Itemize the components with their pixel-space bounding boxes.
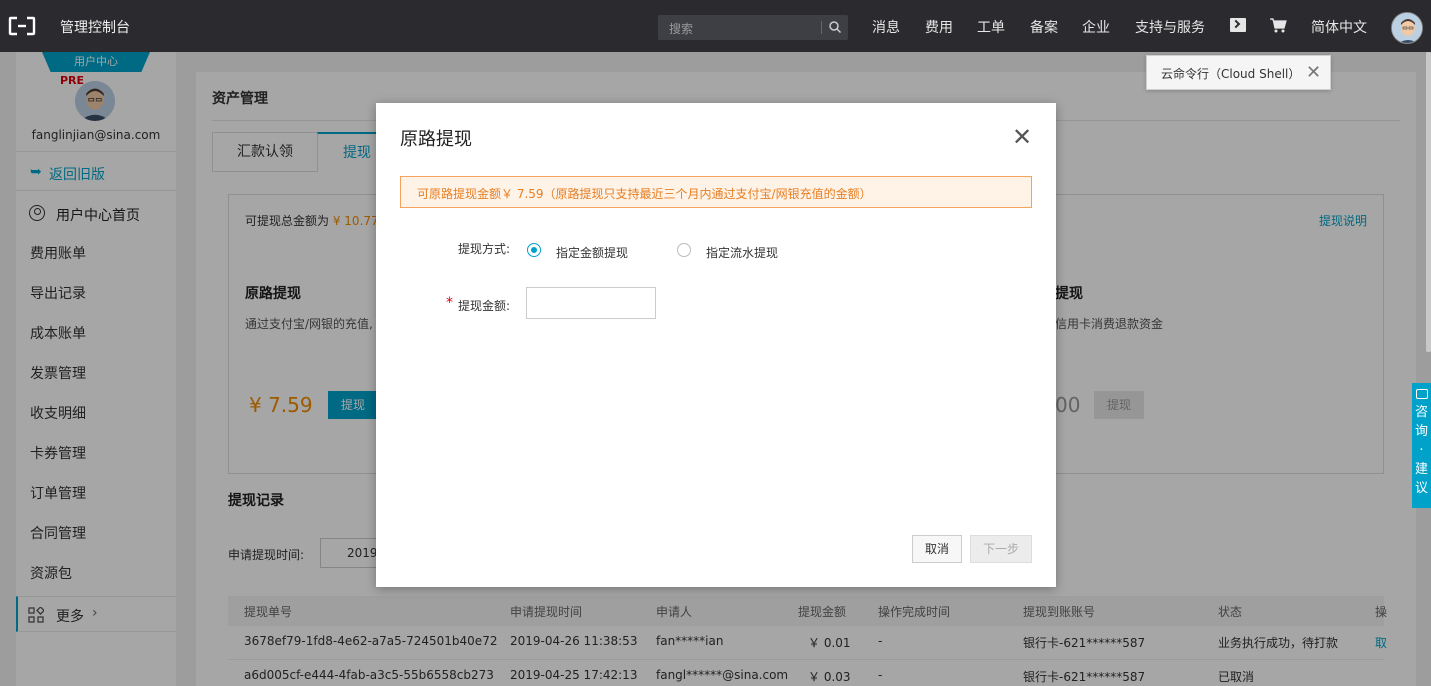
console-title[interactable]: 管理控制台 — [60, 17, 130, 37]
dialog-title: 原路提现 — [400, 129, 472, 150]
close-icon[interactable]: ✕ — [1012, 123, 1032, 151]
radio-amount-withdraw[interactable] — [527, 243, 541, 257]
search-divider — [821, 21, 822, 34]
tooltip-close-icon[interactable]: ✕ — [1306, 62, 1321, 83]
search-icon[interactable] — [828, 20, 842, 34]
top-navbar: 管理控制台 搜索 消息 费用 工单 备案 企业 支持与服务 简体中文 — [0, 0, 1431, 52]
consult-text: 咨询 · 建议 — [1414, 405, 1428, 496]
nav-messages[interactable]: 消息 — [872, 17, 900, 37]
nav-billing[interactable]: 费用 — [925, 17, 953, 37]
aliyun-logo-icon[interactable] — [8, 14, 36, 38]
amount-label: 提现金额: — [458, 299, 511, 313]
search-placeholder[interactable]: 搜索 — [669, 20, 693, 37]
alert-text: 可原路提现金额￥ 7.59（原路提现只支持最近三个月内通过支付宝/网银充值的金额… — [417, 187, 872, 201]
method-label: 提现方式: — [458, 242, 511, 256]
cloud-shell-icon[interactable] — [1230, 18, 1246, 32]
next-step-button[interactable]: 下一步 — [970, 535, 1032, 563]
nav-support[interactable]: 支持与服务 — [1135, 17, 1205, 37]
nav-enterprise[interactable]: 企业 — [1082, 17, 1110, 37]
cart-icon[interactable] — [1269, 17, 1287, 33]
user-avatar[interactable] — [1391, 12, 1423, 44]
consult-float-button[interactable]: 咨询 · 建议 — [1412, 383, 1431, 508]
nav-icp[interactable]: 备案 — [1030, 17, 1058, 37]
option-amount-label[interactable]: 指定金额提现 — [556, 244, 628, 261]
required-mark: * — [446, 295, 453, 311]
cloud-shell-tooltip: 云命令行（Cloud Shell） ✕ — [1146, 55, 1331, 90]
chat-icon — [1415, 389, 1428, 399]
option-flow-label[interactable]: 指定流水提现 — [706, 244, 778, 261]
withdraw-alert: 可原路提现金额￥ 7.59（原路提现只支持最近三个月内通过支付宝/网银充值的金额… — [400, 176, 1032, 208]
language-switch[interactable]: 简体中文 — [1311, 17, 1367, 37]
amount-input[interactable] — [526, 287, 656, 319]
nav-tickets[interactable]: 工单 — [977, 17, 1005, 37]
radio-flow-withdraw[interactable] — [677, 243, 691, 257]
cancel-button[interactable]: 取消 — [912, 535, 962, 563]
search-box[interactable]: 搜索 — [658, 15, 848, 40]
page-scrollbar[interactable] — [1426, 52, 1431, 352]
withdraw-dialog: 原路提现 ✕ 可原路提现金额￥ 7.59（原路提现只支持最近三个月内通过支付宝/… — [376, 103, 1056, 587]
tooltip-text: 云命令行（Cloud Shell） — [1161, 67, 1301, 81]
avatar-face-icon — [1392, 13, 1422, 43]
